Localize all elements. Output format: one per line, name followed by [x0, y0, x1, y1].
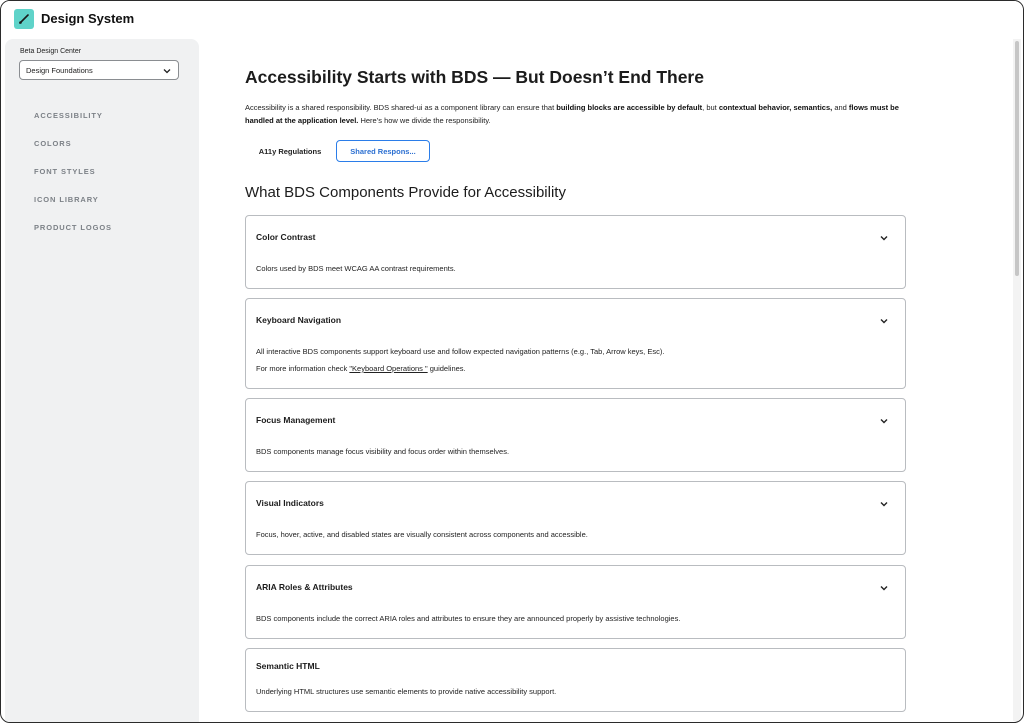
brush-icon[interactable]: [14, 9, 34, 29]
intro-text-3: and: [832, 103, 849, 112]
sidebar: Beta Design Center Design Foundations AC…: [5, 39, 199, 722]
sidebar-item-product-logos[interactable]: PRODUCT LOGOS: [34, 223, 112, 232]
main-content: Accessibility Starts with BDS — But Does…: [199, 37, 1011, 722]
tab-a11y-regulations[interactable]: A11y Regulations: [245, 140, 335, 162]
accordion-title: Keyboard Navigation: [256, 315, 342, 325]
accordion-title: Color Contrast: [256, 232, 316, 242]
keyboard-operations-link[interactable]: "Keyboard Operations ": [349, 364, 427, 373]
app-title: Design System: [41, 11, 135, 26]
chevron-down-icon[interactable]: [879, 583, 889, 593]
sidebar-item-accessibility[interactable]: ACCESSIBILITY: [34, 111, 103, 120]
chevron-down-icon[interactable]: [879, 316, 889, 326]
accordion-description: Underlying HTML structures use semantic …: [256, 687, 557, 696]
accordion-aria-roles[interactable]: ARIA Roles & Attributes BDS components i…: [245, 565, 906, 639]
accordion-description: Colors used by BDS meet WCAG AA contrast…: [256, 264, 456, 273]
accordion-more-info: For more information check "Keyboard Ope…: [256, 364, 466, 373]
sidebar-item-icon-library[interactable]: ICON LIBRARY: [34, 195, 99, 204]
select-value: Design Foundations: [26, 66, 93, 75]
accordion-title: ARIA Roles & Attributes: [256, 582, 353, 592]
accordion-title: Visual Indicators: [256, 498, 324, 508]
accordion-title: Focus Management: [256, 415, 336, 425]
accordion-description: BDS components include the correct ARIA …: [256, 614, 681, 623]
intro-text-1: Accessibility is a shared responsibility…: [245, 103, 557, 112]
intro-paragraph: Accessibility is a shared responsibility…: [245, 101, 911, 127]
page-title: Accessibility Starts with BDS — But Does…: [245, 67, 704, 87]
accordion-semantic-html[interactable]: Semantic HTML Underlying HTML structures…: [245, 648, 906, 712]
more-info-suffix: guidelines.: [427, 364, 466, 373]
tab-shared-responsibility[interactable]: Shared Respons...: [336, 140, 430, 162]
intro-bold-1: building blocks are accessible by defaul…: [556, 103, 703, 112]
chevron-down-icon[interactable]: [879, 499, 889, 509]
intro-text-4: Here’s how we divide the responsibility.: [358, 116, 491, 125]
accordion-focus-management[interactable]: Focus Management BDS components manage f…: [245, 398, 906, 472]
foundations-select[interactable]: Design Foundations: [19, 60, 179, 80]
top-bar: Design System: [1, 1, 1023, 37]
sidebar-item-font-styles[interactable]: FONT STYLES: [34, 167, 96, 176]
accordion-description: All interactive BDS components support k…: [256, 347, 665, 356]
sidebar-item-colors[interactable]: COLORS: [34, 139, 71, 148]
accordion-keyboard-navigation[interactable]: Keyboard Navigation All interactive BDS …: [245, 298, 906, 389]
chevron-down-icon[interactable]: [879, 233, 889, 243]
section-title: What BDS Components Provide for Accessib…: [245, 184, 566, 201]
accordion-visual-indicators[interactable]: Visual Indicators Focus, hover, active, …: [245, 481, 906, 555]
scrollbar[interactable]: [1013, 39, 1021, 721]
intro-bold-2: contextual behavior, semantics,: [718, 103, 833, 112]
scrollbar-thumb[interactable]: [1015, 41, 1019, 276]
app-window: Design System Beta Design Center Design …: [0, 0, 1024, 723]
accordion-description: BDS components manage focus visibility a…: [256, 447, 510, 456]
chevron-down-icon: [163, 69, 171, 74]
accordion-description: Focus, hover, active, and disabled state…: [256, 530, 588, 539]
accordion-color-contrast[interactable]: Color Contrast Colors used by BDS meet W…: [245, 215, 906, 289]
sidebar-label: Beta Design Center: [20, 48, 82, 55]
chevron-down-icon[interactable]: [879, 416, 889, 426]
more-info-prefix: For more information check: [256, 364, 350, 373]
accordion-title: Semantic HTML: [256, 661, 320, 671]
intro-text-2: , but: [702, 103, 719, 112]
